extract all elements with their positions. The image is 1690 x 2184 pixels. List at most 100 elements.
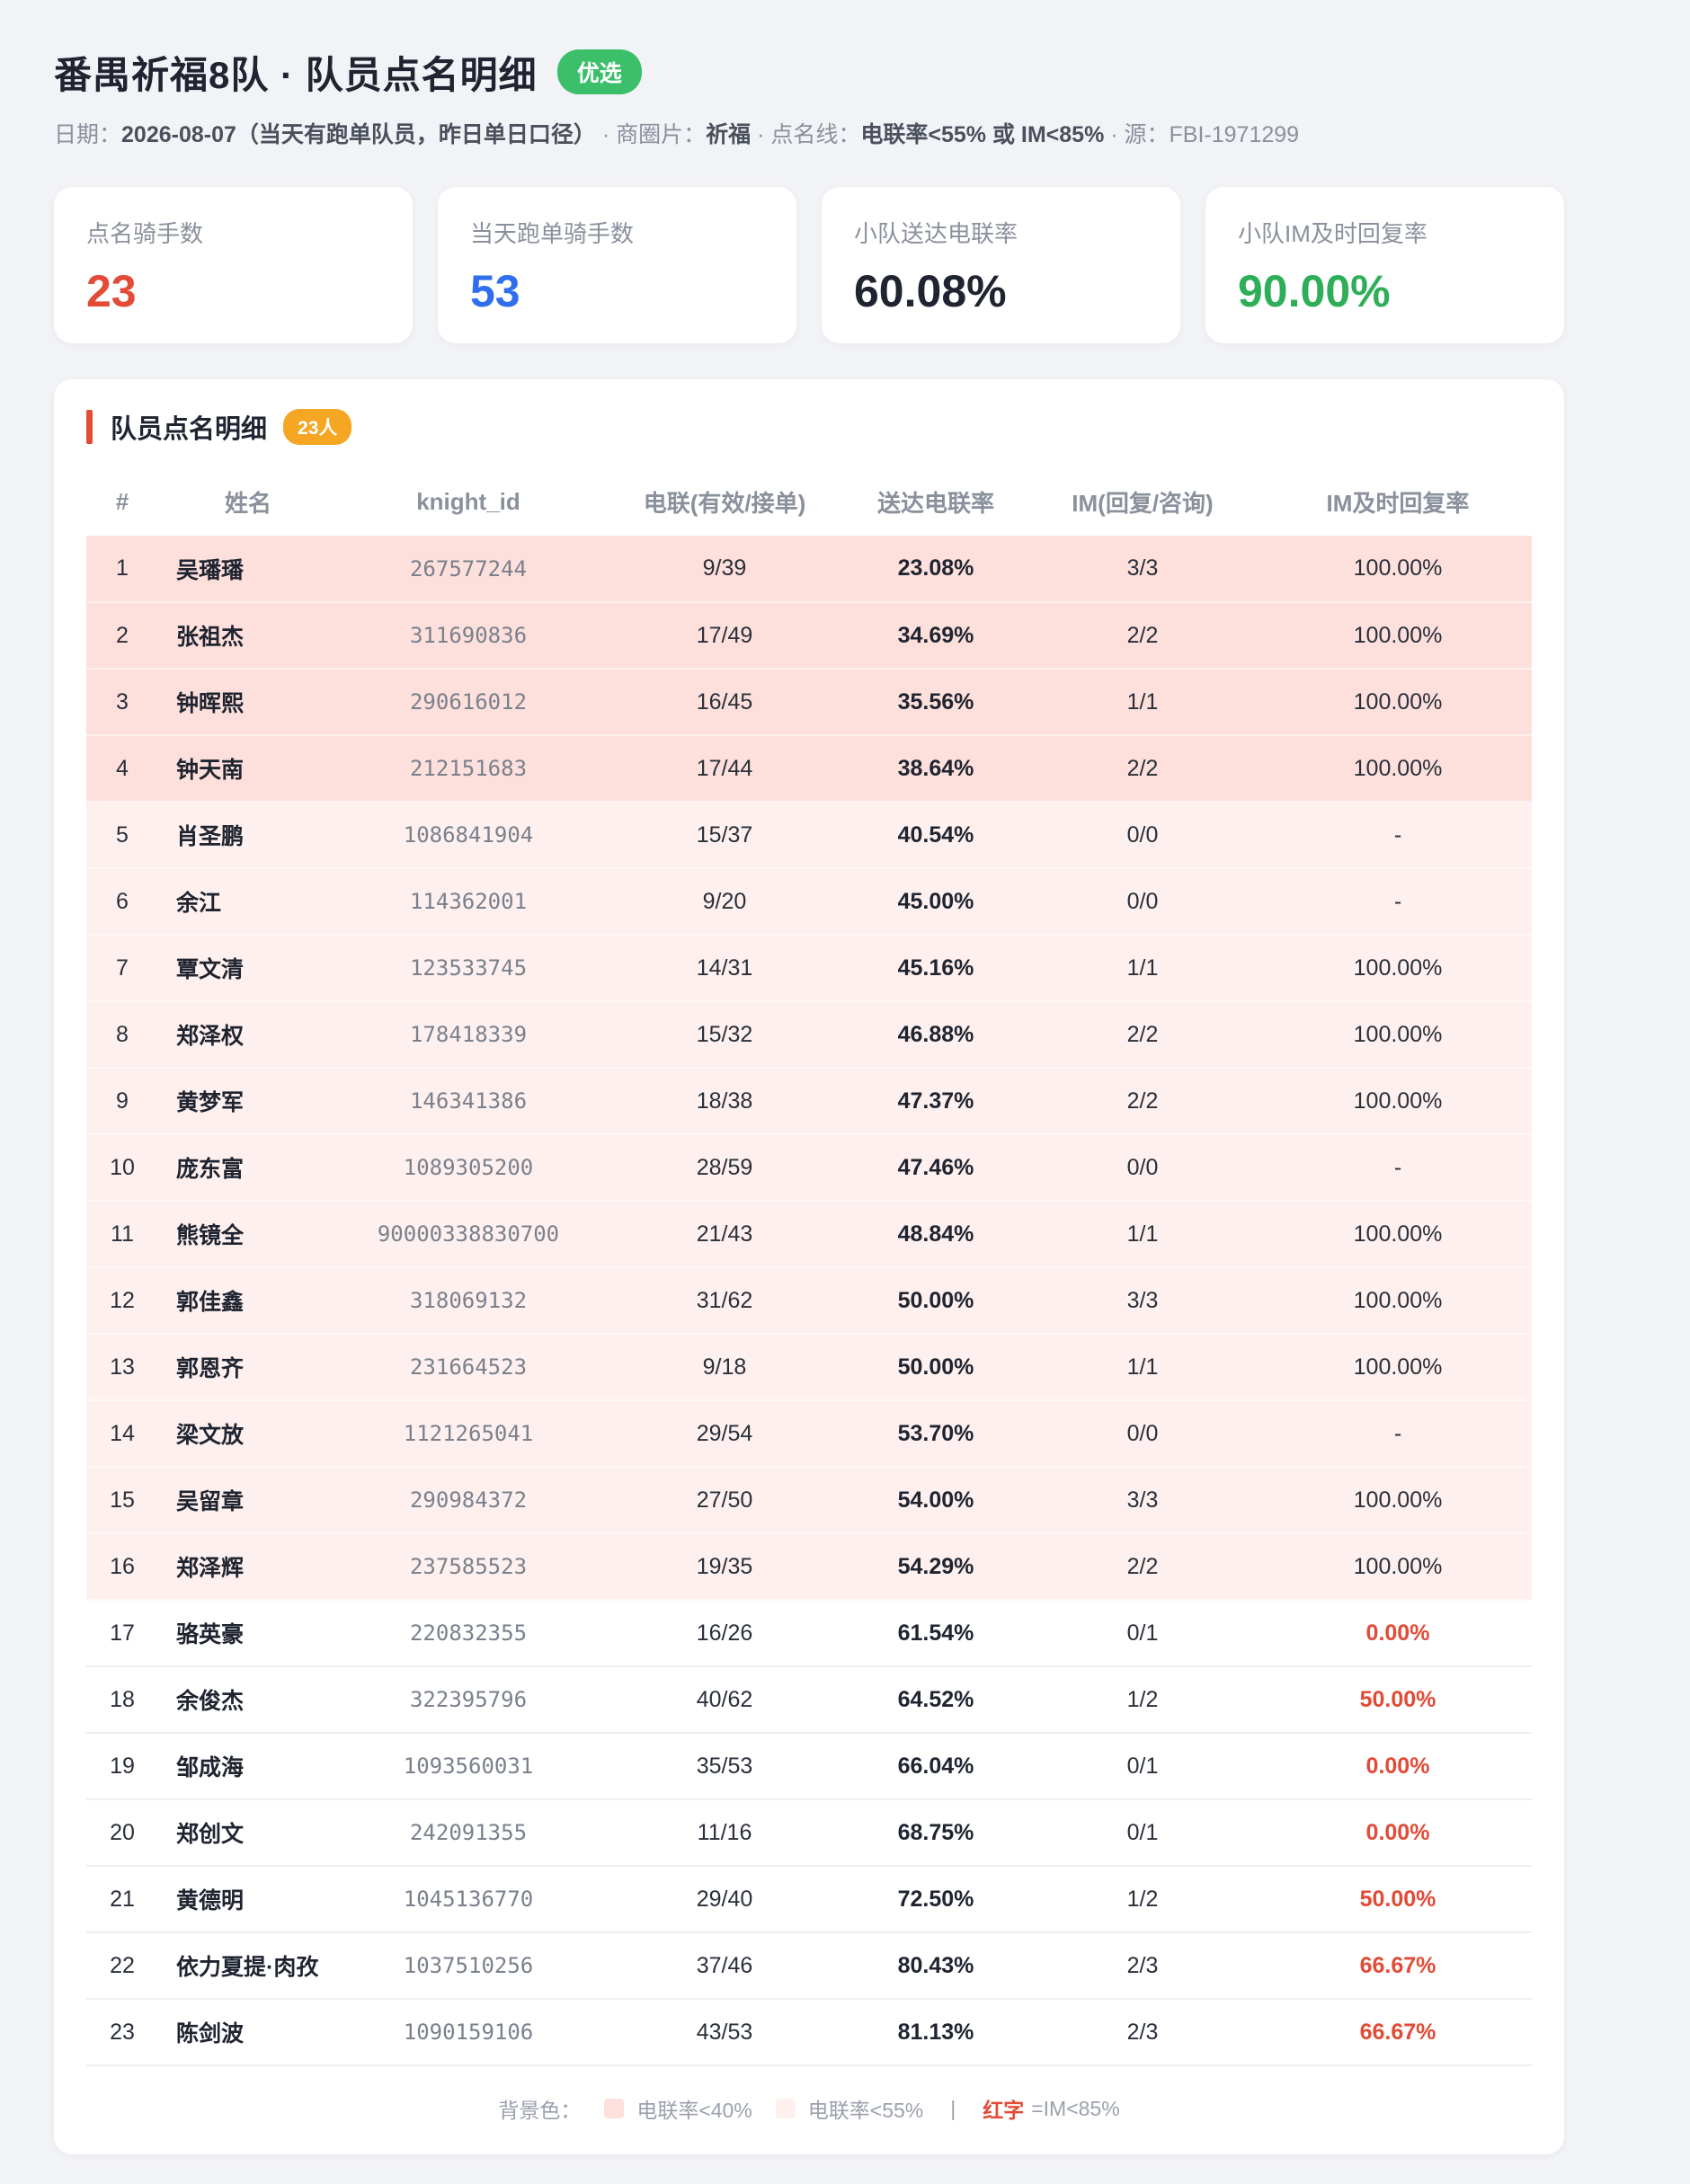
im-rate-cell: - [1264, 1134, 1532, 1202]
table-row[interactable]: 10 庞东富 1089305200 28/59 47.46% 0/0- [86, 1134, 1532, 1202]
call-rate-cell: 47.46% [850, 1134, 1021, 1202]
im-rate-cell: 50.00% [1264, 1866, 1532, 1933]
col-index-header[interactable]: # [86, 467, 158, 536]
im-rate-cell: 100.00% [1264, 669, 1532, 736]
row-index-cell: 13 [86, 1334, 158, 1401]
table-row[interactable]: 14 梁文放 1121265041 29/54 53.70% 0/0- [86, 1400, 1532, 1468]
knight-id-cell: 311690836 [338, 602, 599, 670]
call-rate-cell: 34.69% [850, 602, 1021, 670]
knight-id-cell: 90000338830700 [338, 1201, 599, 1268]
col-call-header[interactable]: 电联(有效/接单) [599, 467, 850, 536]
im-ratio-cell: 2/3 [1021, 1999, 1264, 2066]
stat-card-team-call-rate: 小队送达电联率 60.08% [822, 187, 1180, 343]
row-index-cell: 8 [86, 1001, 158, 1069]
call-rate-cell: 45.16% [850, 935, 1021, 1002]
table-row[interactable]: 19 邹成海 1093560031 35/53 66.04% 0/1 0.00% [86, 1733, 1532, 1800]
rider-name-cell: 依力夏提·肉孜 [158, 1932, 338, 2000]
table-row[interactable]: 9 黄梦军 146341386 18/38 47.37% 2/2 100.00% [86, 1068, 1532, 1135]
table-row[interactable]: 20 郑创文 242091355 11/16 68.75% 0/1 0.00% [86, 1799, 1532, 1867]
table-row[interactable]: 21 黄德明 1045136770 29/40 72.50% 1/2 50.00% [86, 1866, 1532, 1933]
call-ratio-cell: 28/59 [599, 1134, 850, 1202]
im-ratio-cell: 2/2 [1021, 1068, 1264, 1135]
legend: 背景色： 电联率<40% 电联率<55% | 红字 =IM<85% [86, 2093, 1532, 2124]
report-meta: 日期：2026-08-07（当天有跑单队员，昨日单日口径） · 商圈片：祈福 ·… [54, 117, 1564, 149]
call-ratio-cell: 15/32 [599, 1001, 850, 1069]
table-row[interactable]: 22 依力夏提·肉孜 1037510256 37/46 80.43% 2/3 66.67% [86, 1932, 1532, 2000]
call-ratio-cell: 18/38 [599, 1068, 850, 1135]
im-ratio-cell: 0/1 [1021, 1799, 1264, 1867]
row-index-cell: 10 [86, 1134, 158, 1202]
call-ratio-cell: 9/18 [599, 1334, 850, 1401]
table-row[interactable]: 6 余江 114362001 9/20 45.00% 0/0- [86, 868, 1532, 936]
im-ratio-cell: 1/2 [1021, 1866, 1264, 1933]
call-rate-cell: 72.50% [850, 1866, 1021, 1933]
table-row[interactable]: 3 钟晖熙 290616012 16/45 35.56% 1/1 100.00% [86, 669, 1532, 736]
legend-red-rule: =IM<85% [1031, 2096, 1120, 2120]
table-row[interactable]: 4 钟天南 212151683 17/44 38.64% 2/2 100.00% [86, 735, 1532, 803]
knight-id-cell: 1090159106 [338, 1999, 599, 2066]
knight-id-cell: 1121265041 [338, 1400, 599, 1468]
im-rate-cell: 100.00% [1264, 735, 1532, 803]
col-knight-id-header[interactable]: knight_id [338, 467, 599, 536]
im-ratio-cell: 2/2 [1021, 602, 1264, 670]
call-ratio-cell: 37/46 [599, 1932, 850, 2000]
table-row[interactable]: 1 吴璠璠 267577244 9/39 23.08% 3/3 100.00% [86, 536, 1532, 603]
row-index-cell: 19 [86, 1733, 158, 1800]
im-ratio-cell: 2/2 [1021, 1533, 1264, 1601]
call-rate-cell: 45.00% [850, 868, 1021, 936]
im-ratio-cell: 0/0 [1021, 868, 1264, 936]
call-rate-cell: 46.88% [850, 1001, 1021, 1069]
call-ratio-cell: 11/16 [599, 1799, 850, 1867]
legend-item-lt55: 电联率<55% [807, 2099, 924, 2122]
call-rate-cell: 66.04% [850, 1733, 1021, 1800]
knight-id-cell: 1086841904 [338, 802, 599, 869]
table-row[interactable]: 5 肖圣鹏 1086841904 15/37 40.54% 0/0- [86, 802, 1532, 869]
stat-label: 点名骑手数 [86, 220, 204, 247]
im-ratio-cell: 0/0 [1021, 802, 1264, 869]
knight-id-cell: 242091355 [338, 1799, 599, 1867]
table-row[interactable]: 2 张祖杰 311690836 17/49 34.69% 2/2 100.00% [86, 602, 1532, 670]
rider-name-cell: 陈剑波 [158, 1999, 338, 2066]
stat-label: 小队送达电联率 [854, 220, 1018, 247]
rider-name-cell: 吴璠璠 [158, 536, 338, 603]
call-rate-cell: 50.00% [850, 1334, 1021, 1401]
call-rate-cell: 48.84% [850, 1201, 1021, 1268]
table-row[interactable]: 18 余俊杰 322395796 40/62 64.52% 1/2 50.00% [86, 1666, 1532, 1734]
table-body: 1 吴璠璠 267577244 9/39 23.08% 3/3 100.00% 2 张祖杰 311… [86, 536, 1532, 2066]
rider-name-cell: 郑创文 [158, 1799, 338, 1867]
col-im-header[interactable]: IM(回复/咨询) [1021, 467, 1264, 536]
table-row[interactable]: 11 熊镜全 90000338830700 21/43 48.84% 1/1 100.00% [86, 1201, 1532, 1268]
row-index-cell: 9 [86, 1068, 158, 1135]
table-row[interactable]: 15 吴留章 290984372 27/50 54.00% 3/3 100.00% [86, 1467, 1532, 1534]
table-row[interactable]: 13 郭恩齐 231664523 9/18 50.00% 1/1 100.00% [86, 1334, 1532, 1401]
im-rate-cell: 100.00% [1264, 602, 1532, 670]
knight-id-cell: 1045136770 [338, 1866, 599, 1933]
im-ratio-cell: 0/0 [1021, 1134, 1264, 1202]
call-ratio-cell: 29/54 [599, 1400, 850, 1468]
table-row[interactable]: 17 骆英豪 220832355 16/26 61.54% 0/1 0.00% [86, 1600, 1532, 1667]
table-row[interactable]: 12 郭佳鑫 318069132 31/62 50.00% 3/3 100.00% [86, 1267, 1532, 1335]
table-row[interactable]: 16 郑泽辉 237585523 19/35 54.29% 2/2 100.00% [86, 1533, 1532, 1601]
im-ratio-cell: 1/1 [1021, 1334, 1264, 1401]
call-ratio-cell: 17/44 [599, 735, 850, 803]
row-index-cell: 17 [86, 1600, 158, 1667]
im-rate-cell: - [1264, 802, 1532, 869]
stat-label: 小队IM及时回复率 [1238, 220, 1428, 247]
table-row[interactable]: 7 覃文清 123533745 14/31 45.16% 1/1 100.00% [86, 935, 1532, 1002]
table-row[interactable]: 8 郑泽权 178418339 15/32 46.88% 2/2 100.00% [86, 1001, 1532, 1069]
table-row[interactable]: 23 陈剑波 1090159106 43/53 81.13% 2/3 66.67% [86, 1999, 1532, 2066]
col-call-rate-header[interactable]: 送达电联率 [850, 467, 1021, 536]
knight-id-cell: 290616012 [338, 669, 599, 736]
im-ratio-cell: 1/1 [1021, 935, 1264, 1002]
knight-id-cell: 220832355 [338, 1600, 599, 1667]
knight-id-cell: 114362001 [338, 868, 599, 936]
call-rate-cell: 61.54% [850, 1600, 1021, 1667]
card-title: 队员点名明细 [111, 415, 268, 444]
im-rate-cell: 100.00% [1264, 1201, 1532, 1268]
count-badge: 23人 [283, 409, 352, 445]
row-index-cell: 6 [86, 868, 158, 936]
im-ratio-cell: 1/1 [1021, 669, 1264, 736]
col-name-header[interactable]: 姓名 [158, 467, 338, 536]
row-index-cell: 2 [86, 602, 158, 670]
col-im-rate-header[interactable]: IM及时回复率 [1264, 467, 1532, 536]
